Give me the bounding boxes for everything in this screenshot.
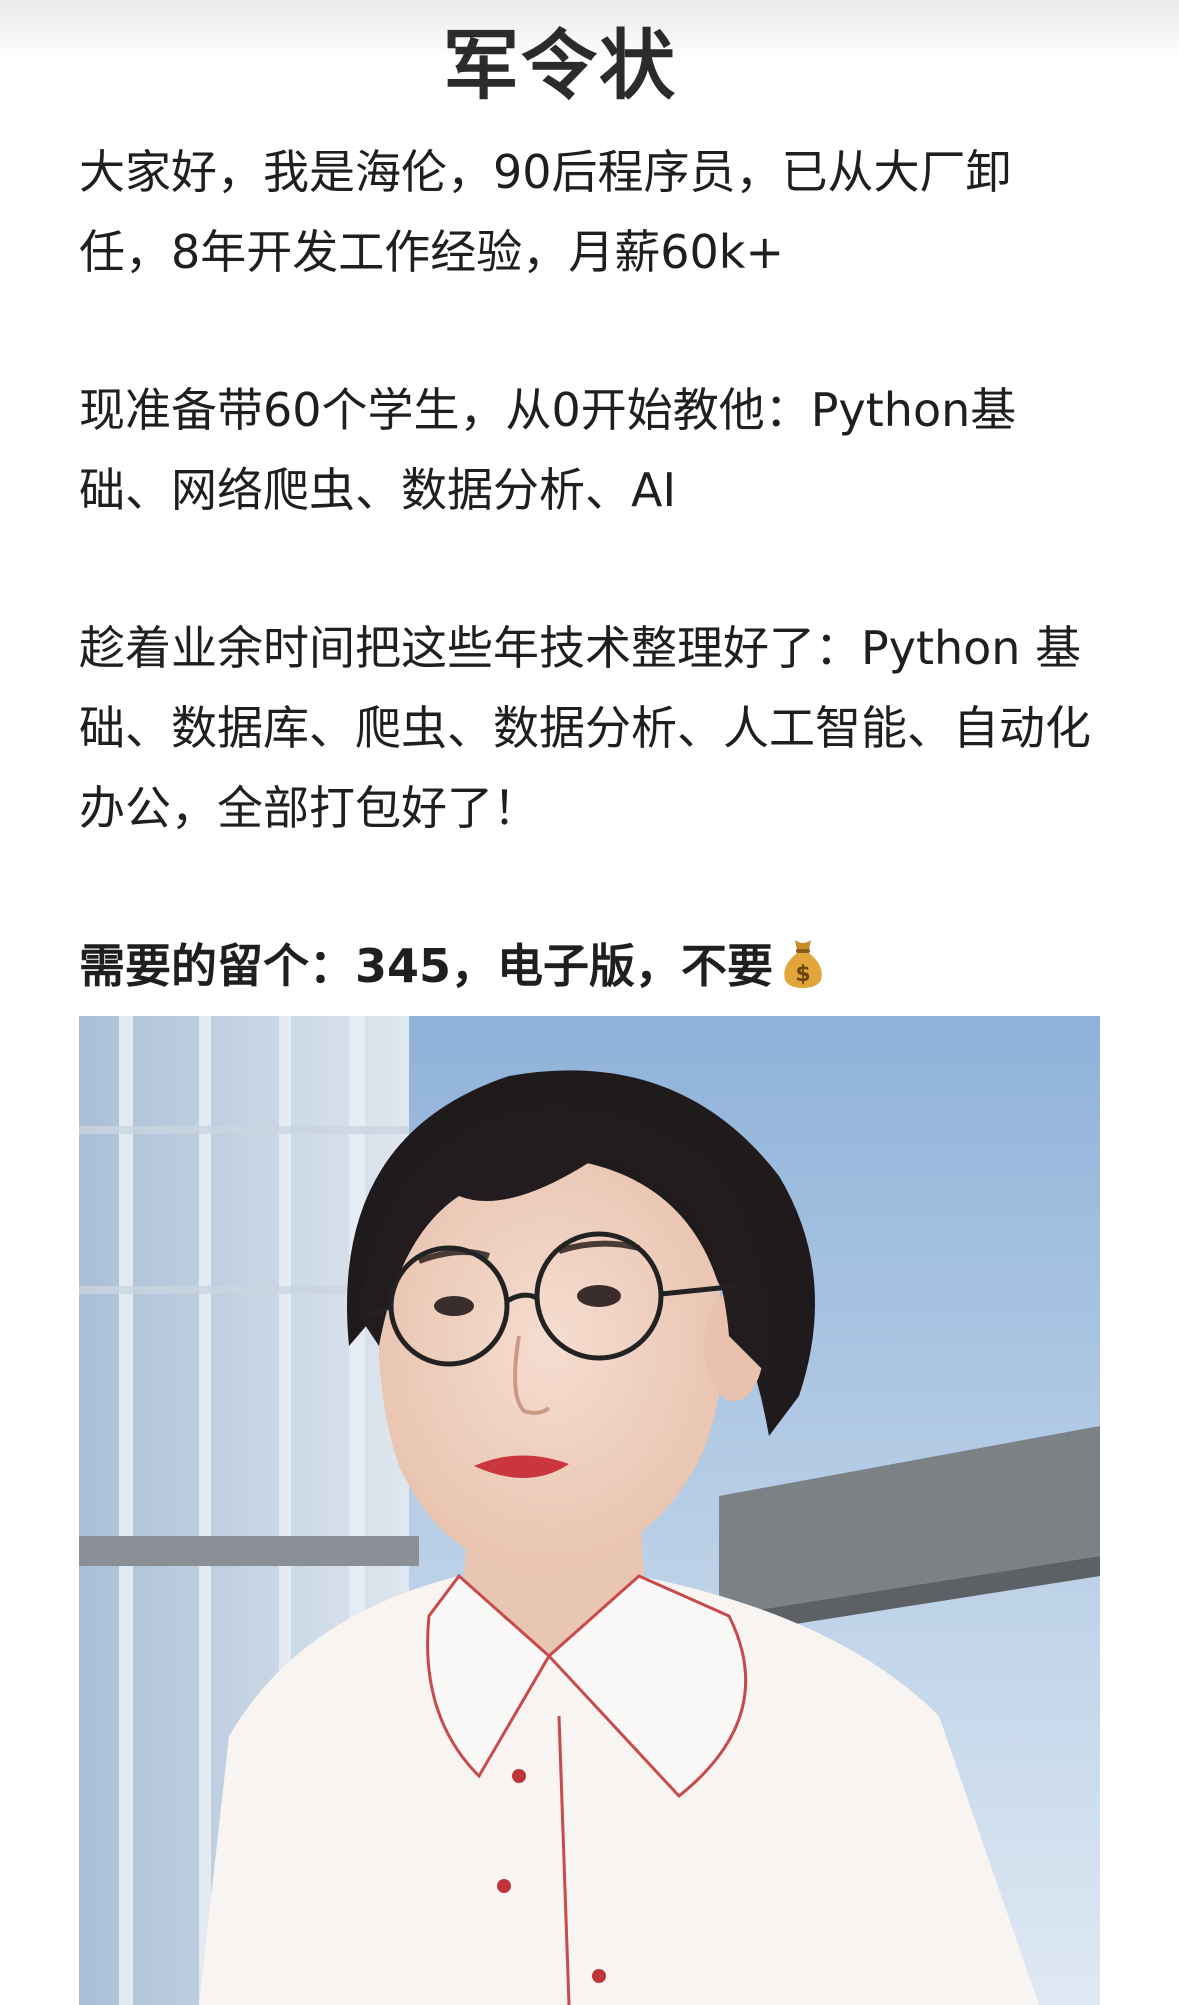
post-title: 军令状 <box>443 21 677 110</box>
intro-paragraph: 大家好，我是海伦，90后程序员，已从大厂卸任，8年开发工作经验，月薪60k+ <box>79 145 1012 279</box>
post-body: 大家好，我是海伦，90后程序员，已从大厂卸任，8年开发工作经验，月薪60k+ 现… <box>79 132 1099 1014</box>
teaching-paragraph: 现准备带60个学生，从0开始教他：Python基础、网络爬虫、数据分析、AI <box>79 383 1017 517</box>
portrait-photo <box>79 1016 1100 2005</box>
svg-text:$: $ <box>795 962 810 987</box>
call-to-action: 需要的留个：345，电子版，不要 $ <box>79 926 1099 1014</box>
portrait-illustration <box>79 1016 1100 2005</box>
materials-paragraph: 趁着业余时间把这些年技术整理好了：Python 基础、数据库、爬虫、数据分析、人… <box>79 621 1091 835</box>
cta-text: 需要的留个：345，电子版，不要 <box>79 939 774 993</box>
money-bag-icon: $ <box>779 934 827 1014</box>
